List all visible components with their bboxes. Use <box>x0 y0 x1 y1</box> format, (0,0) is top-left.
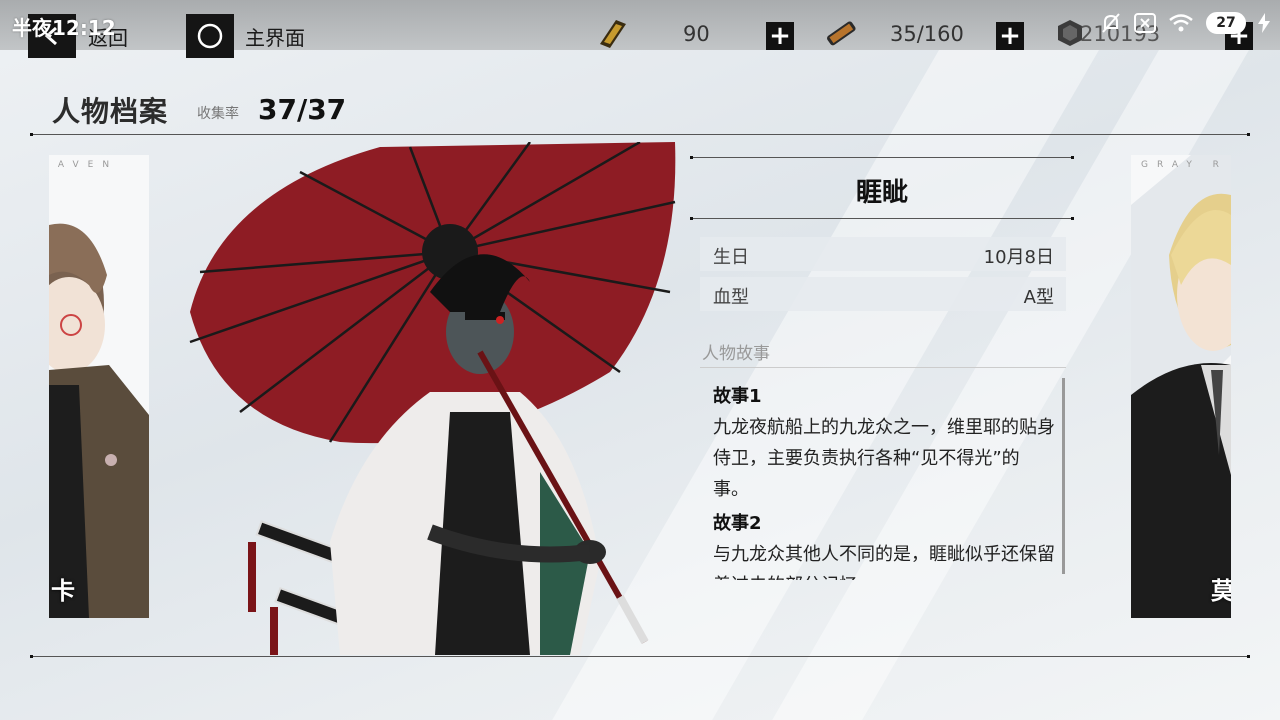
story-text: 九龙夜航船上的九龙众之一，维里耶的贴身侍卫，主要负责执行各种“见不得光”的事。 <box>713 417 1055 500</box>
character-code: GRAY R <box>1141 160 1228 170</box>
system-status-icons: 27 <box>1100 12 1270 34</box>
story-scrollbar[interactable] <box>1062 378 1065 574</box>
info-row-birthday: 生日 10月8日 <box>700 237 1066 271</box>
add-resource-2-button[interactable]: + <box>996 22 1024 50</box>
page-title: 人物档案 <box>52 95 169 128</box>
circle-icon <box>197 23 223 49</box>
collection-rate-label: 收集率 <box>197 106 239 122</box>
info-row-blood-type: 血型 A型 <box>700 277 1066 311</box>
footer-divider <box>30 655 1250 658</box>
gold-ticket-icon <box>594 18 630 48</box>
energy-tube-icon <box>823 18 859 48</box>
story-title: 故事1 <box>713 386 762 407</box>
story-title: 故事2 <box>713 513 762 534</box>
mute-bell-icon <box>1102 13 1120 33</box>
character-name-title: 睚眦 <box>855 178 908 208</box>
field-value: 10月8日 <box>983 247 1054 268</box>
battery-indicator: 27 <box>1206 12 1246 34</box>
wifi-icon <box>1169 14 1193 32</box>
resource-value-1: 90 <box>683 22 710 46</box>
resource-value-2: 35/160 <box>890 22 964 46</box>
collection-rate-value: 37/37 <box>258 93 347 126</box>
next-character-card[interactable]: GRAY R 莫 <box>1131 155 1231 618</box>
charging-icon <box>1258 13 1270 33</box>
name-bottom-divider <box>690 217 1074 220</box>
character-portrait <box>1131 155 1231 618</box>
prev-character-card[interactable]: RAVEN 卡 <box>49 155 149 618</box>
field-label: 生日 <box>713 247 749 268</box>
home-button[interactable] <box>186 14 234 58</box>
sim-off-icon <box>1134 13 1156 33</box>
name-top-divider <box>690 156 1074 159</box>
story-text: 与九龙众其他人不同的是，睚眦似乎还保留着过去的部分记忆。 <box>713 544 1055 580</box>
add-resource-1-button[interactable]: + <box>766 22 794 50</box>
header-divider <box>30 133 1250 136</box>
field-label: 血型 <box>713 287 749 308</box>
character-portrait <box>49 223 149 618</box>
status-time: 半夜12:12 <box>12 16 116 40</box>
character-name: 卡 <box>51 577 75 605</box>
character-illustration <box>189 142 676 655</box>
field-value: A型 <box>1023 287 1054 308</box>
home-label[interactable]: 主界面 <box>245 22 305 51</box>
story-section-label: 人物故事 <box>702 344 770 364</box>
story-scroll-area[interactable]: 故事1 九龙夜航船上的九龙众之一，维里耶的贴身侍卫，主要负责执行各种“见不得光”… <box>700 378 1060 580</box>
story-section-divider <box>700 367 1066 368</box>
character-name: 莫 <box>1211 577 1231 605</box>
